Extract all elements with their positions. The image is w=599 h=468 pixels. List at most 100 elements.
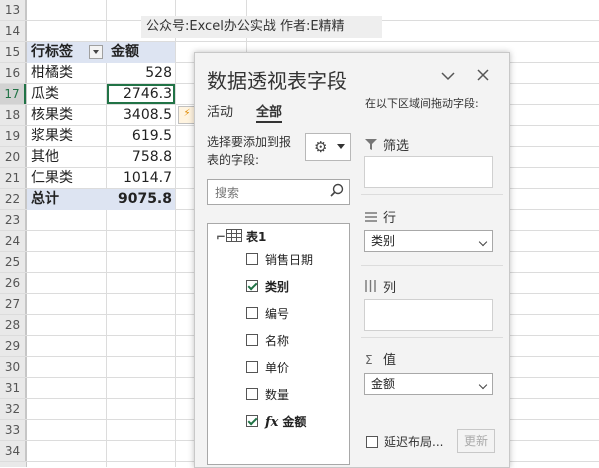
row-number[interactable]: 33 xyxy=(0,420,26,440)
pivot-total-label[interactable]: 总计 xyxy=(27,189,106,209)
field-label: 类别 xyxy=(265,277,289,297)
rows-field-pill[interactable]: 类别 xyxy=(364,230,493,252)
pivot-value-cell[interactable]: 3408.5 xyxy=(107,105,175,125)
field-label: 数量 xyxy=(265,385,289,405)
row-number[interactable]: 34 xyxy=(0,441,26,461)
filter-area-label: 筛选 xyxy=(365,135,409,154)
table-icon xyxy=(226,229,242,242)
pivot-row-label[interactable]: 柑橘类 xyxy=(27,63,106,83)
pivot-value-header[interactable]: 金额 xyxy=(107,42,175,62)
field-checkbox[interactable] xyxy=(246,415,258,427)
field-name: 编号 xyxy=(265,307,290,321)
row-number[interactable]: 29 xyxy=(0,336,26,356)
area-divider xyxy=(361,194,503,195)
values-field-pill[interactable]: 金额 xyxy=(364,373,493,395)
filter-dropdown-button[interactable] xyxy=(89,45,103,59)
table-name: 表1 xyxy=(246,230,267,244)
notice-banner: 公众号:Excel办公实战 作者:E精精 xyxy=(141,16,382,38)
row-number[interactable]: 32 xyxy=(0,399,26,419)
field-checkbox[interactable] xyxy=(246,280,258,292)
columns-icon xyxy=(365,280,383,295)
pivot-value-cell[interactable]: 528 xyxy=(107,63,175,83)
close-icon[interactable] xyxy=(474,67,492,85)
pivot-value-cell[interactable]: 758.8 xyxy=(107,147,175,167)
row-number[interactable]: 19 xyxy=(0,126,26,146)
row-number[interactable]: 31 xyxy=(0,378,26,398)
row-number[interactable]: 20 xyxy=(0,147,26,167)
values-area-label: Σ值 xyxy=(365,353,397,368)
row-number[interactable]: 17 xyxy=(0,84,26,104)
table-node[interactable]: ⌐ 表1 xyxy=(216,228,266,246)
field-label: 单价 xyxy=(265,358,289,378)
area-divider xyxy=(361,265,503,266)
rows-area-label: 行 xyxy=(365,207,396,226)
search-box[interactable] xyxy=(207,179,350,205)
pivot-total-value[interactable]: 9075.8 xyxy=(107,189,175,209)
tools-button[interactable]: ⚙ xyxy=(305,133,351,161)
field-name: 金额 xyxy=(282,415,307,429)
row-number[interactable]: 28 xyxy=(0,315,26,335)
search-icon xyxy=(330,183,344,201)
chevron-down-icon[interactable] xyxy=(439,67,457,85)
rows-icon xyxy=(365,211,383,225)
row-number[interactable]: 26 xyxy=(0,273,26,293)
filter-icon xyxy=(365,139,383,153)
row-number[interactable]: 13 xyxy=(0,0,26,20)
field-checkbox[interactable] xyxy=(246,361,258,373)
pivot-row-label[interactable]: 瓜类 xyxy=(27,84,106,104)
field-checkbox[interactable] xyxy=(246,334,258,346)
defer-layout-option[interactable]: 延迟布局... xyxy=(366,433,443,450)
field-label: 名称 xyxy=(265,331,289,351)
drag-hint: 在以下区域间拖动字段: xyxy=(365,97,479,110)
fx-icon: fx xyxy=(265,415,279,430)
field-checkbox[interactable] xyxy=(246,388,258,400)
area-divider xyxy=(361,337,503,338)
row-number[interactable]: 22 xyxy=(0,189,26,209)
tab-active-fields[interactable]: 活动 xyxy=(207,101,233,120)
row-number[interactable]: 15 xyxy=(0,42,26,62)
pivot-row-label[interactable]: 仁果类 xyxy=(27,168,106,188)
field-label: 销售日期 xyxy=(265,250,313,270)
filter-drop-zone[interactable] xyxy=(364,156,493,188)
chevron-down-icon[interactable] xyxy=(478,237,488,247)
pane-title: 数据透视表字段 xyxy=(207,69,347,93)
update-button[interactable]: 更新 xyxy=(457,429,495,453)
field-list[interactable]: ⌐ 表1 销售日期类别编号名称单价数量 fx 金额 xyxy=(207,223,350,465)
row-number[interactable]: 18 xyxy=(0,105,26,125)
chevron-down-icon[interactable] xyxy=(478,380,488,390)
pivot-row-label[interactable]: 其他 xyxy=(27,147,106,167)
field-label: fx 金额 xyxy=(265,412,306,433)
field-name: 名称 xyxy=(265,334,290,348)
row-number[interactable]: 27 xyxy=(0,294,26,314)
row-number[interactable]: 23 xyxy=(0,210,26,230)
chevron-down-icon xyxy=(337,144,345,149)
pivot-field-pane: 数据透视表字段 活动 全部 选择要添加到报表的字段: ⚙ ⌐表1 销售日期类别编… xyxy=(194,52,510,468)
gear-icon: ⚙ xyxy=(314,138,328,156)
row-number[interactable]: 16 xyxy=(0,63,26,83)
pivot-value-cell[interactable]: 2746.3 xyxy=(107,84,175,104)
sigma-icon: Σ xyxy=(365,353,373,367)
row-number[interactable]: 14 xyxy=(0,21,26,41)
field-checkbox[interactable] xyxy=(246,253,258,265)
pivot-row-label[interactable]: 核果类 xyxy=(27,105,106,125)
field-name: 数量 xyxy=(265,388,290,402)
field-name: 销售日期 xyxy=(265,253,314,267)
defer-layout-checkbox[interactable] xyxy=(366,436,378,448)
columns-drop-zone[interactable] xyxy=(364,299,493,331)
field-label: 编号 xyxy=(265,304,289,324)
active-tab-indicator xyxy=(256,121,282,123)
search-input[interactable] xyxy=(213,183,327,203)
row-number[interactable]: 24 xyxy=(0,231,26,251)
collapse-icon[interactable]: ⌐ xyxy=(216,228,226,246)
pivot-value-cell[interactable]: 1014.7 xyxy=(107,168,175,188)
tab-all-fields[interactable]: 全部 xyxy=(256,101,282,120)
field-name: 类别 xyxy=(265,280,290,294)
row-number[interactable]: 25 xyxy=(0,252,26,272)
row-number[interactable]: 21 xyxy=(0,168,26,188)
field-hint: 选择要添加到报表的字段: xyxy=(207,135,292,167)
row-number[interactable]: 30 xyxy=(0,357,26,377)
pivot-row-label[interactable]: 浆果类 xyxy=(27,126,106,146)
columns-area-label: 列 xyxy=(365,277,396,296)
field-checkbox[interactable] xyxy=(246,307,258,319)
pivot-value-cell[interactable]: 619.5 xyxy=(107,126,175,146)
